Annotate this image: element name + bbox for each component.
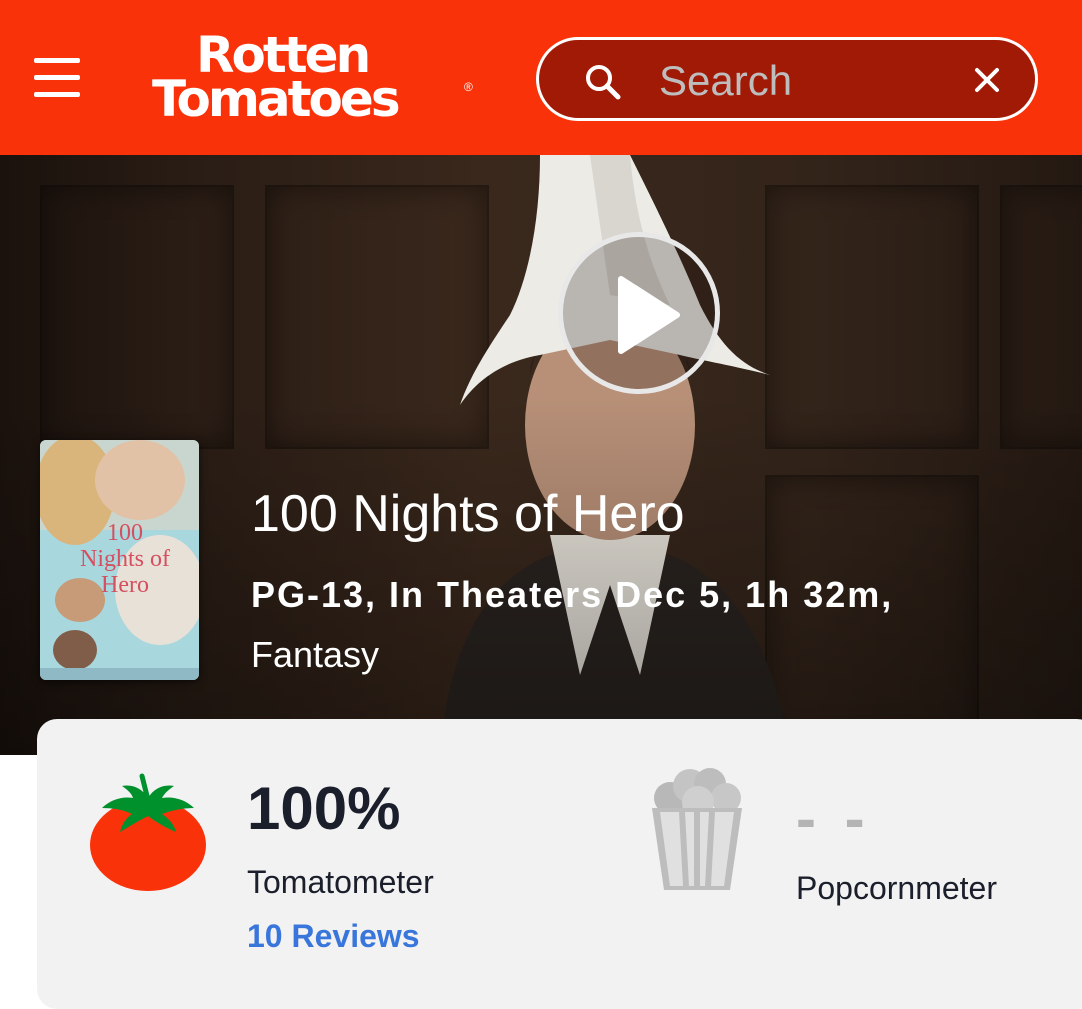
close-icon[interactable] — [971, 64, 1003, 96]
reviews-count-link[interactable]: 10 Reviews — [247, 918, 420, 955]
site-header: Rotten Tomatoes ® — [0, 0, 1082, 155]
search-input[interactable] — [657, 54, 951, 108]
poster-title-lettering: 100 Nights of Hero — [80, 520, 170, 598]
popcorn-bucket-icon — [652, 768, 742, 890]
play-icon — [618, 276, 680, 354]
search-icon[interactable] — [583, 62, 623, 102]
logo-registered-mark: ® — [464, 80, 473, 94]
popcornmeter-label: Popcornmeter — [796, 870, 997, 906]
popcornmeter-score: - - — [796, 785, 871, 852]
movie-poster[interactable]: 100 Nights of Hero — [40, 440, 199, 680]
movie-title: 100 Nights of Hero — [251, 485, 685, 543]
hamburger-menu-icon[interactable] — [34, 58, 80, 98]
fresh-tomato-icon — [90, 773, 206, 891]
search-bar[interactable] — [536, 37, 1038, 121]
rotten-tomatoes-logo[interactable]: Rotten Tomatoes ® — [152, 30, 482, 130]
logo-line-2: Tomatoes — [152, 70, 401, 128]
movie-meta: PG-13, In Theaters Dec 5, 1h 32m, — [251, 574, 894, 615]
play-trailer-button[interactable] — [558, 232, 720, 394]
tomatometer-label: Tomatometer — [247, 864, 434, 900]
movie-genre: Fantasy — [251, 634, 380, 675]
tomatometer-score: 100% — [247, 775, 401, 842]
